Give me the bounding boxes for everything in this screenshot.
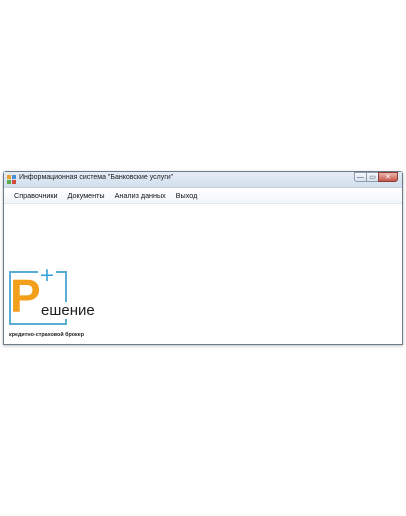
- app-icon[interactable]: [7, 175, 16, 184]
- caption-buttons: — ▭ ✕: [354, 172, 398, 183]
- logo-tagline: кредитно-страховой брокер: [9, 332, 85, 338]
- window-title: Информационная система "Банковские услуг…: [19, 174, 174, 181]
- minimize-icon: —: [357, 173, 364, 181]
- close-button[interactable]: ✕: [378, 172, 398, 182]
- logo-plus-icon: +: [38, 264, 56, 286]
- menu-item-data-analysis[interactable]: Анализ данных: [111, 189, 170, 202]
- maximize-icon: ▭: [369, 173, 376, 181]
- logo-word: ешение: [40, 302, 96, 319]
- app-window: Информационная система "Банковские услуг…: [3, 171, 403, 345]
- client-area: Р + ешение кредитно-страховой брокер: [4, 204, 402, 344]
- company-logo: Р + ешение кредитно-страховой брокер: [7, 264, 99, 341]
- menu-item-directories[interactable]: Справочники: [10, 189, 62, 202]
- menu-bar: Справочники Документы Анализ данных Выхо…: [4, 188, 402, 204]
- logo-letter: Р: [10, 270, 41, 322]
- menu-item-documents[interactable]: Документы: [64, 189, 109, 202]
- menu-item-exit[interactable]: Выход: [172, 189, 202, 202]
- title-bar[interactable]: Информационная система "Банковские услуг…: [4, 172, 402, 188]
- close-icon: ✕: [385, 173, 391, 181]
